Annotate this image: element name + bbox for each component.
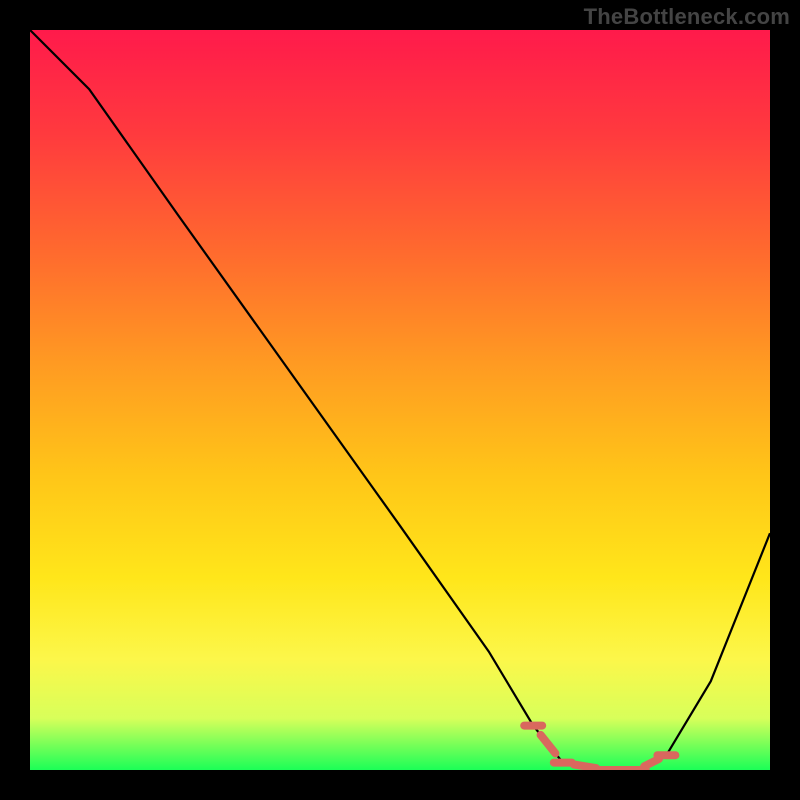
plot-area [30, 30, 770, 770]
bottleneck-curve [30, 30, 770, 770]
watermark-text: TheBottleneck.com [584, 4, 790, 30]
chart-root: TheBottleneck.com [0, 0, 800, 800]
